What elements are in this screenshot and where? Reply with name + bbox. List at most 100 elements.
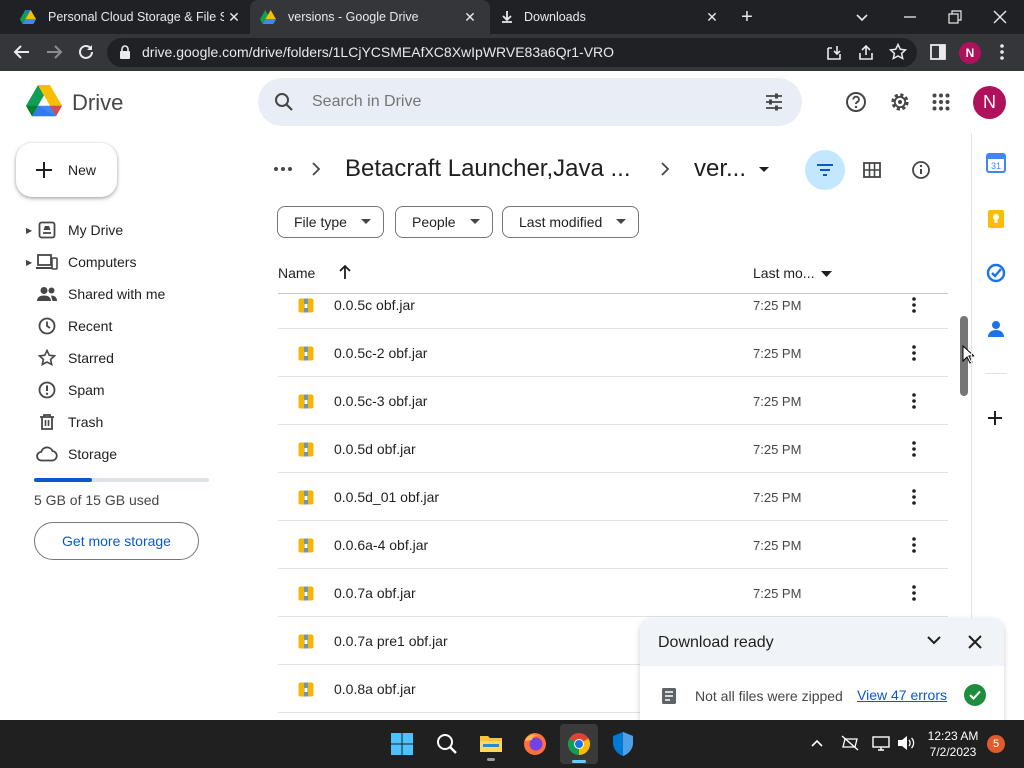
notification-badge[interactable]: 5 bbox=[987, 735, 1005, 753]
file-row[interactable]: 0.0.5d obf.jar 7:25 PM bbox=[278, 425, 948, 473]
expand-arrow-icon[interactable]: ▶ bbox=[26, 226, 34, 235]
install-app-icon[interactable] bbox=[825, 44, 843, 62]
tab-search-icon[interactable] bbox=[853, 8, 871, 26]
close-tab-icon[interactable]: ✕ bbox=[702, 7, 722, 27]
sidebar-item-starred[interactable]: Starred bbox=[26, 342, 236, 374]
bookmark-star-icon[interactable] bbox=[889, 43, 907, 61]
browser-profile-avatar[interactable]: N bbox=[959, 42, 981, 64]
chrome-taskbar-button[interactable] bbox=[560, 724, 598, 764]
last-modified-filter[interactable]: Last modified bbox=[502, 206, 640, 238]
file-name[interactable]: 0.0.6a-4 obf.jar bbox=[334, 537, 428, 553]
file-name[interactable]: 0.0.5c obf.jar bbox=[334, 297, 415, 313]
more-actions-icon[interactable] bbox=[911, 488, 917, 506]
grid-view-icon[interactable] bbox=[863, 161, 881, 179]
taskbar-clock[interactable]: 12:23 AM 7/2/2023 bbox=[922, 728, 984, 760]
name-column-header[interactable]: Name bbox=[278, 265, 315, 281]
people-filter[interactable]: People bbox=[395, 206, 493, 238]
sidebar-item-my-drive[interactable]: ▶ My Drive bbox=[26, 214, 236, 246]
file-name[interactable]: 0.0.5c-2 obf.jar bbox=[334, 345, 427, 361]
file-name[interactable]: 0.0.8a obf.jar bbox=[334, 681, 416, 697]
file-type-filter[interactable]: File type bbox=[277, 206, 384, 238]
search-input[interactable] bbox=[312, 90, 732, 114]
view-errors-link[interactable]: View 47 errors bbox=[857, 687, 947, 703]
file-row[interactable]: 0.0.5c-3 obf.jar 7:25 PM bbox=[278, 377, 948, 425]
add-addon-icon[interactable] bbox=[986, 409, 1004, 427]
lock-icon[interactable] bbox=[119, 45, 131, 60]
taskbar-search-icon[interactable] bbox=[436, 733, 458, 755]
file-row[interactable]: 0.0.7a obf.jar 7:25 PM bbox=[278, 569, 948, 617]
restore-window-icon[interactable] bbox=[947, 8, 963, 26]
file-name[interactable]: 0.0.7a obf.jar bbox=[334, 585, 416, 601]
folder-actions-dropdown-icon[interactable] bbox=[758, 166, 770, 174]
sidebar-item-spam[interactable]: Spam bbox=[26, 374, 236, 406]
file-explorer-icon[interactable] bbox=[479, 732, 503, 761]
collapse-chevron-icon[interactable] bbox=[926, 634, 942, 646]
file-name[interactable]: 0.0.5d obf.jar bbox=[334, 441, 416, 457]
expand-arrow-icon[interactable]: ▶ bbox=[26, 258, 34, 267]
tab-personal-cloud-storage[interactable]: Personal Cloud Storage & File Sh ✕ bbox=[8, 0, 248, 34]
breadcrumb-current-folder[interactable]: ver... bbox=[694, 155, 746, 183]
address-bar[interactable]: drive.google.com/drive/folders/1LCjYCSME… bbox=[107, 38, 917, 67]
more-actions-icon[interactable] bbox=[911, 344, 917, 362]
more-actions-icon[interactable] bbox=[911, 584, 917, 602]
drive-logo-icon[interactable] bbox=[26, 85, 62, 117]
tab-downloads[interactable]: Downloads ✕ bbox=[490, 0, 730, 34]
breadcrumb-overflow-icon[interactable] bbox=[272, 158, 294, 180]
close-tab-icon[interactable]: ✕ bbox=[224, 7, 244, 27]
sidebar-item-shared-with-me[interactable]: Shared with me bbox=[26, 278, 236, 310]
contacts-app-icon[interactable] bbox=[987, 319, 1005, 339]
minimize-window-icon[interactable] bbox=[902, 8, 918, 26]
info-icon[interactable] bbox=[911, 160, 931, 180]
file-name[interactable]: 0.0.7a pre1 obf.jar bbox=[334, 633, 448, 649]
windows-security-icon[interactable] bbox=[611, 731, 635, 757]
sort-ascending-icon[interactable] bbox=[338, 264, 352, 280]
help-icon[interactable] bbox=[845, 91, 867, 113]
keep-app-icon[interactable] bbox=[987, 209, 1005, 229]
more-actions-icon[interactable] bbox=[911, 440, 917, 458]
firefox-icon[interactable] bbox=[523, 732, 547, 756]
apps-grid-icon[interactable] bbox=[932, 93, 950, 111]
reload-icon[interactable] bbox=[76, 42, 96, 62]
file-row[interactable]: 0.0.5d_01 obf.jar 7:25 PM bbox=[278, 473, 948, 521]
tab-versions-google-drive[interactable]: versions - Google Drive ✕ bbox=[250, 0, 490, 34]
side-panel-icon[interactable] bbox=[929, 43, 947, 61]
filter-toggle-button[interactable] bbox=[805, 150, 845, 190]
last-modified-column-header[interactable]: Last mo... bbox=[753, 265, 814, 281]
sidebar-item-computers[interactable]: ▶ Computers bbox=[26, 246, 236, 278]
file-row[interactable]: 0.0.5c-2 obf.jar 7:25 PM bbox=[278, 329, 948, 377]
network-disconnected-icon[interactable] bbox=[841, 735, 859, 751]
file-name[interactable]: 0.0.5c-3 obf.jar bbox=[334, 393, 427, 409]
account-avatar[interactable]: N bbox=[973, 86, 1006, 119]
file-row[interactable]: 0.0.6a-4 obf.jar 7:25 PM bbox=[278, 521, 948, 569]
search-options-icon[interactable] bbox=[764, 92, 784, 112]
calendar-app-icon[interactable]: 31 bbox=[986, 153, 1006, 173]
more-actions-icon[interactable] bbox=[911, 536, 917, 554]
file-name[interactable]: 0.0.5d_01 obf.jar bbox=[334, 489, 439, 505]
settings-gear-icon[interactable] bbox=[889, 91, 911, 113]
sidebar-item-recent[interactable]: Recent bbox=[26, 310, 236, 342]
show-hidden-icons-chevron-icon[interactable] bbox=[810, 736, 824, 750]
search-icon[interactable] bbox=[274, 92, 294, 112]
more-actions-icon[interactable] bbox=[911, 296, 917, 314]
browser-menu-icon[interactable] bbox=[995, 42, 1009, 62]
close-tab-icon[interactable]: ✕ bbox=[460, 7, 480, 27]
new-tab-button[interactable]: + bbox=[737, 7, 757, 27]
sidebar-item-trash[interactable]: Trash bbox=[26, 406, 236, 438]
more-actions-icon[interactable] bbox=[911, 392, 917, 410]
breadcrumb-parent-folder[interactable]: Betacraft Launcher,Java ... bbox=[345, 155, 631, 183]
forward-icon[interactable] bbox=[44, 42, 64, 62]
close-window-icon[interactable] bbox=[992, 8, 1008, 26]
search-bar[interactable] bbox=[258, 78, 802, 126]
column-dropdown-icon[interactable] bbox=[821, 271, 832, 278]
sidebar-item-storage[interactable]: Storage bbox=[26, 438, 236, 470]
share-icon[interactable] bbox=[857, 44, 875, 62]
network-icon[interactable] bbox=[872, 734, 890, 752]
new-button[interactable]: New bbox=[16, 143, 117, 197]
drive-logo-text[interactable]: Drive bbox=[72, 90, 123, 116]
windows-start-icon[interactable] bbox=[391, 733, 413, 755]
get-more-storage-button[interactable]: Get more storage bbox=[34, 522, 199, 560]
tasks-app-icon[interactable] bbox=[986, 263, 1006, 283]
file-row[interactable]: 0.0.5c obf.jar 7:25 PM bbox=[278, 281, 948, 329]
volume-icon[interactable] bbox=[897, 735, 915, 751]
close-panel-icon[interactable] bbox=[967, 634, 983, 650]
